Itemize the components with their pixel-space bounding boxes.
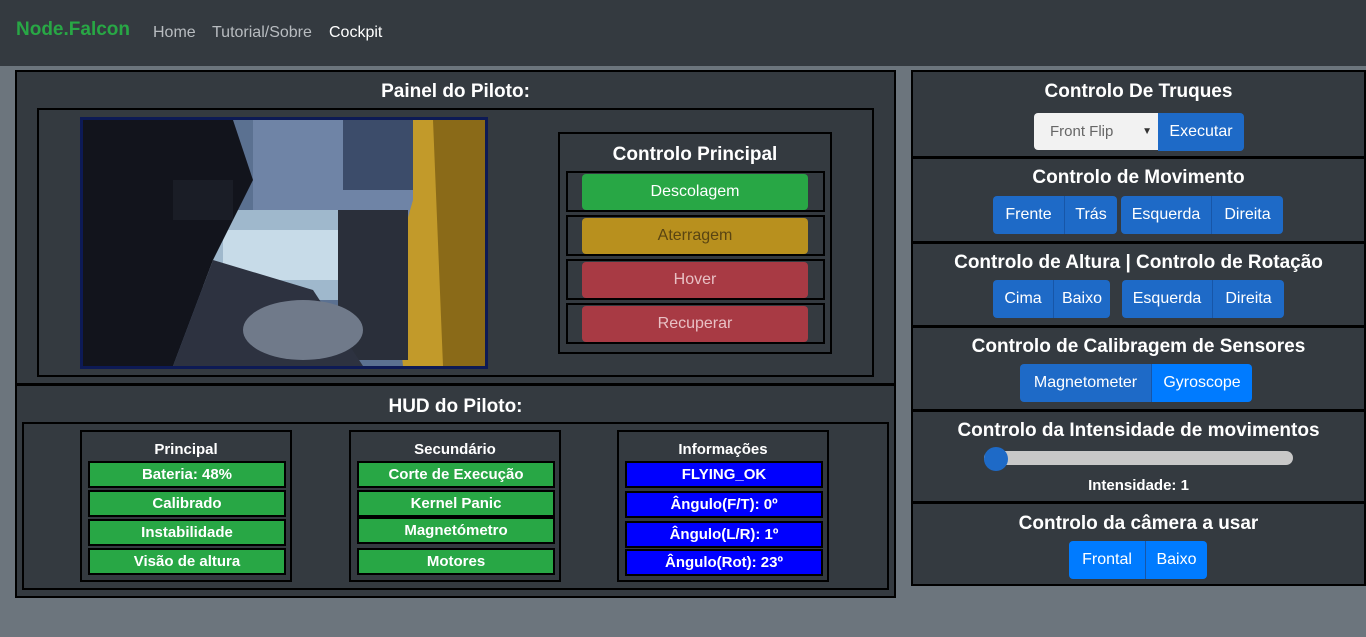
intensity-slider-thumb[interactable] [984,447,1008,471]
altitude-group-1: Cima Baixo [993,280,1110,318]
camera-feed [80,117,488,369]
hud-battery: Bateria: 48% [88,461,286,488]
nav-home[interactable]: Home [153,24,196,42]
trick-select-value: Front Flip [1050,123,1114,140]
altitude-title: Controlo de Altura | Controlo de Rotação [954,252,1323,273]
calibration-title: Controlo de Calibragem de Sensores [971,336,1306,357]
movement-group-2: Esquerda Direita [1121,196,1283,234]
hud-informacoes: Informações FLYING_OK Ângulo(F/T): 0º Ân… [617,430,829,582]
hud-secundario-title: Secundário [414,441,496,458]
rotation-group: Esquerda Direita [1122,280,1284,318]
hover-row: Hover [566,259,825,300]
gyroscope-button[interactable]: Gyroscope [1151,364,1252,402]
hud-informacoes-title: Informações [678,441,768,458]
trick-select[interactable]: Front Flip ▼ [1034,113,1158,150]
hud-execution-cut: Corte de Execução [357,461,555,488]
backward-button[interactable]: Trás [1064,196,1117,234]
up-button[interactable]: Cima [993,280,1053,318]
down-button[interactable]: Baixo [1053,280,1110,318]
hud-motors: Motores [357,548,555,575]
main-control-title: Controlo Principal [612,144,778,165]
camera-group: Frontal Baixo [1069,541,1207,579]
movement-title: Controlo de Movimento [1032,167,1245,188]
hud-angle-ft: Ângulo(F/T): 0º [625,491,823,518]
hud-calibrated: Calibrado [88,490,286,517]
front-camera-button[interactable]: Frontal [1069,541,1145,579]
nav-tutorial[interactable]: Tutorial/Sobre [212,24,312,42]
intensity-label: Intensidade: 1 [1088,477,1189,494]
rotate-left-button[interactable]: Esquerda [1122,280,1212,318]
land-row: Aterragem [566,215,825,256]
left-button[interactable]: Esquerda [1121,196,1211,234]
takeoff-button[interactable]: Descolagem [582,174,808,210]
tricks-title: Controlo De Truques [1044,81,1233,102]
brand-logo[interactable]: Node.Falcon [16,19,130,41]
magnetometer-button[interactable]: Magnetometer [1020,364,1151,402]
hud-angle-lr: Ângulo(L/R): 1º [625,521,823,548]
nav-cockpit[interactable]: Cockpit [329,24,382,42]
hud-instability: Instabilidade [88,519,286,546]
hud-magnetometer: Magnetómetro [357,517,555,544]
hud-principal-title: Principal [154,441,218,458]
calibration-group: Magnetometer Gyroscope [1020,364,1252,402]
bottom-camera-button[interactable]: Baixo [1145,541,1207,579]
pilot-panel-title: Painel do Piloto: [381,81,530,102]
takeoff-row: Descolagem [566,171,825,212]
hud-principal: Principal Bateria: 48% Calibrado Instabi… [80,430,292,582]
navbar: Node.Falcon Home Tutorial/Sobre Cockpit [0,0,1366,66]
rotate-right-button[interactable]: Direita [1212,280,1284,318]
hud-flight-state: FLYING_OK [625,461,823,488]
execute-group: Executar [1158,113,1244,151]
recover-button[interactable]: Recuperar [582,306,808,342]
movement-group-1: Frente Trás [993,196,1117,234]
camera-title: Controlo da câmera a usar [1018,513,1259,534]
hud-angle-rot: Ângulo(Rot): 23º [625,549,823,576]
hover-button[interactable]: Hover [582,262,808,298]
right-button[interactable]: Direita [1211,196,1283,234]
camera-image [83,120,485,366]
execute-button[interactable]: Executar [1158,113,1244,151]
hud-title: HUD do Piloto: [388,396,523,417]
hud-secundario: Secundário Corte de Execução Kernel Pani… [349,430,561,582]
intensity-title: Controlo da Intensidade de movimentos [957,420,1320,441]
hud-altitude-vision: Visão de altura [88,548,286,575]
forward-button[interactable]: Frente [993,196,1064,234]
select-arrow-icon: ▼ [1142,126,1152,137]
recover-row: Recuperar [566,303,825,344]
land-button[interactable]: Aterragem [582,218,808,254]
hud-kernel-panic: Kernel Panic [357,490,555,517]
intensity-slider[interactable] [984,451,1293,465]
